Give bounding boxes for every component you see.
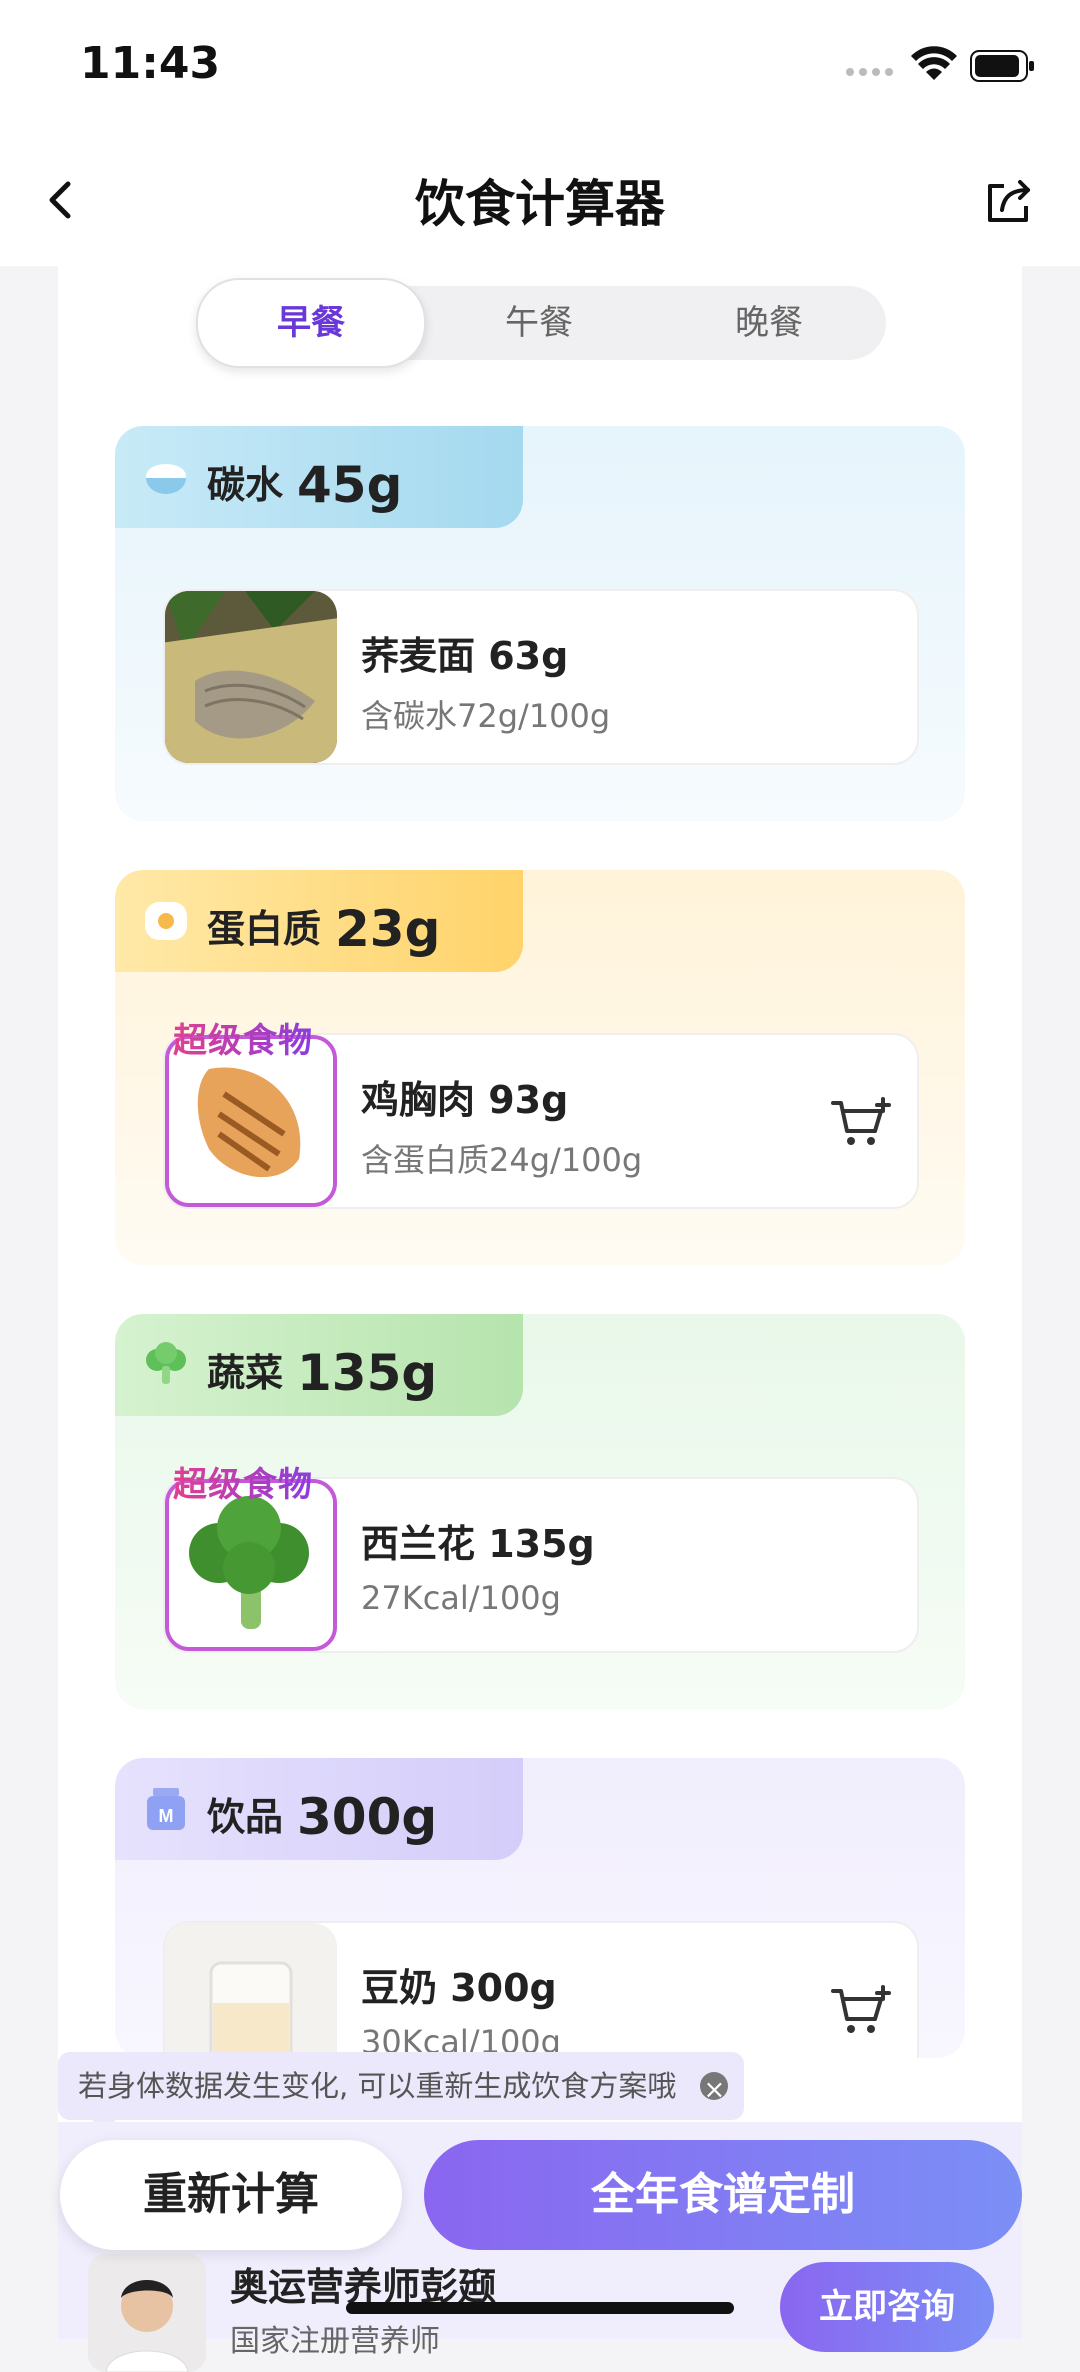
page-title: 饮食计算器 — [415, 175, 665, 233]
section-drinks: M 饮品 300g 豆奶 300g 30Kcal/100g — [115, 1758, 965, 2058]
recalculate-button[interactable]: 重新计算 — [60, 2140, 402, 2250]
section-carbs: 碳水 45g 荞麦面 63g 含碳水72g/100g — [115, 426, 965, 821]
tab-dinner[interactable]: 晚餐 — [656, 286, 882, 360]
wifi-icon — [911, 46, 957, 80]
tab-lunch[interactable]: 午餐 — [426, 286, 652, 360]
section-protein: 蛋白质 23g 超级食物 鸡胸肉 93g 含蛋白质24g/100g — [115, 870, 965, 1265]
tip-text: 若身体数据发生变化, 可以重新生成饮食方案哦 — [78, 2069, 677, 2103]
food-nutrition: 含碳水72g/100g — [361, 697, 611, 735]
add-to-cart-icon[interactable] — [831, 1985, 891, 2037]
section-title: 碳水 — [207, 463, 284, 507]
section-title: 蔬菜 — [207, 1351, 284, 1395]
milk-carton-icon: M — [147, 1788, 185, 1830]
food-name: 鸡胸肉 93g — [361, 1078, 569, 1122]
section-vegetables: 蔬菜 135g 超级食物 西兰花 135g 27Kcal/100g — [115, 1314, 965, 1709]
add-to-cart-icon[interactable] — [831, 1097, 891, 1149]
section-header: 蛋白质 23g — [115, 870, 523, 972]
section-amount: 23g — [335, 900, 441, 958]
meal-tabs: 早餐 午餐 晚餐 — [196, 278, 886, 368]
food-nutrition: 27Kcal/100g — [361, 1579, 561, 1617]
rice-bowl-icon — [146, 464, 186, 494]
food-card-broccoli[interactable]: 超级食物 西兰花 135g 27Kcal/100g — [163, 1465, 919, 1653]
close-icon[interactable] — [700, 2056, 729, 2124]
battery-icon — [970, 50, 1034, 82]
food-card-soy-milk[interactable]: 豆奶 300g 30Kcal/100g — [163, 1921, 919, 2058]
food-name: 西兰花 135g — [361, 1522, 595, 1566]
section-amount: 135g — [297, 1344, 438, 1402]
food-card-soba[interactable]: 荞麦面 63g 含碳水72g/100g — [163, 589, 919, 765]
soy-milk-image — [165, 1923, 337, 2058]
regenerate-tip: 若身体数据发生变化, 可以重新生成饮食方案哦 — [58, 2052, 745, 2132]
section-amount: 45g — [297, 456, 403, 514]
egg-icon — [145, 902, 187, 940]
cellular-signal-icon — [846, 68, 896, 78]
section-header: 碳水 45g — [115, 426, 523, 528]
consultant-photo — [88, 2254, 206, 2372]
tab-breakfast[interactable]: 早餐 — [196, 278, 426, 368]
section-amount: 300g — [297, 1788, 438, 1846]
section-title: 蛋白质 — [207, 907, 322, 951]
status-time: 11:43 — [80, 38, 221, 89]
section-title: 饮品 — [207, 1795, 284, 1839]
status-bar: 11:43 — [0, 0, 1080, 130]
navigation-bar: 饮食计算器 — [0, 130, 1080, 266]
svg-text:M: M — [159, 1806, 174, 1826]
vegetable-icon — [146, 1342, 186, 1384]
consultant-title: 国家注册营养师 — [230, 2324, 440, 2359]
share-icon[interactable] — [982, 172, 1038, 228]
food-nutrition: 含蛋白质24g/100g — [361, 1141, 643, 1179]
super-food-badge: 超级食物 — [173, 1013, 313, 1062]
soba-noodles-image — [165, 591, 337, 763]
broccoli-icon — [169, 1483, 333, 1647]
annual-meal-plan-button[interactable]: 全年食谱定制 — [424, 2140, 1022, 2250]
food-card-chicken[interactable]: 超级食物 鸡胸肉 93g 含蛋白质24g/100g — [163, 1021, 919, 1209]
section-header: 蔬菜 135g — [115, 1314, 523, 1416]
chicken-breast-icon — [169, 1039, 333, 1203]
super-food-badge: 超级食物 — [173, 1457, 313, 1506]
food-name: 豆奶 300g — [361, 1966, 557, 2010]
food-name: 荞麦面 63g — [361, 634, 569, 678]
home-indicator — [346, 2302, 734, 2314]
avatar — [88, 2254, 206, 2372]
section-header: M 饮品 300g — [115, 1758, 523, 1860]
